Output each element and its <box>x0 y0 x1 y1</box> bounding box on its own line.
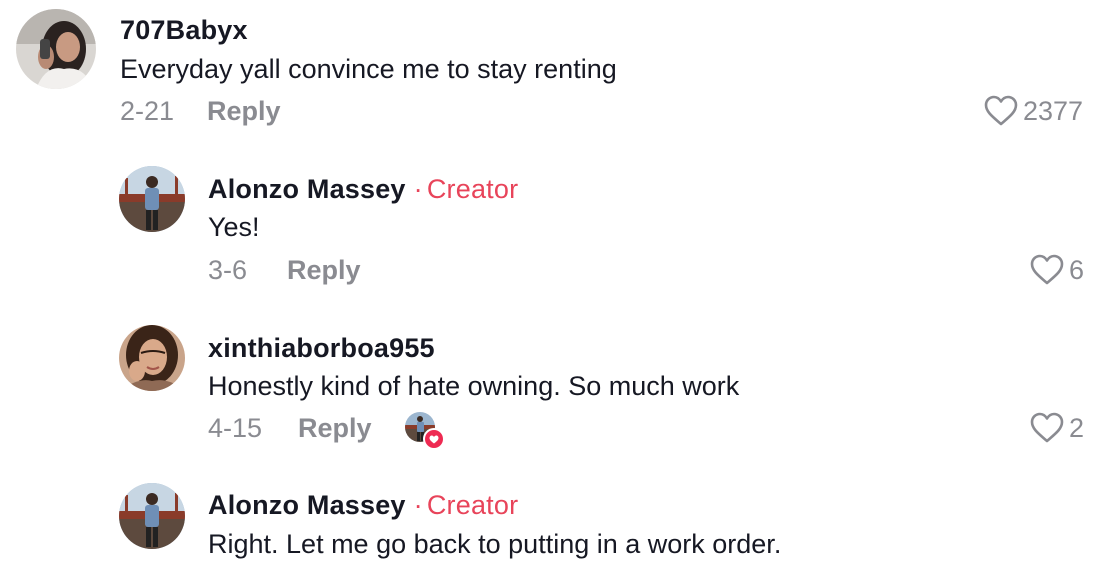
comment-text: Everyday yall convince me to stay rentin… <box>120 54 617 84</box>
creator-badge: Creator <box>426 174 519 204</box>
comment-username[interactable]: Alonzo Massey · Creator <box>208 490 518 521</box>
creator-separator: · <box>413 174 423 204</box>
heart-filled-icon <box>423 428 445 450</box>
comment-text: Yes! <box>208 212 260 242</box>
username-text: Alonzo Massey <box>208 174 406 204</box>
avatar-alonzo-massey[interactable] <box>119 166 185 232</box>
heart-outline-icon <box>984 95 1018 126</box>
creator-badge: Creator <box>426 490 519 520</box>
like-count: 6 <box>1069 254 1085 285</box>
avatar-image <box>119 325 185 391</box>
avatar-image <box>119 483 185 549</box>
creator-separator: · <box>413 490 423 520</box>
comment-username[interactable]: Alonzo Massey · Creator <box>208 174 518 205</box>
like-count: 2 <box>1069 412 1085 443</box>
like-button[interactable]: 6 <box>1029 254 1084 286</box>
liked-by-creator-badge <box>405 412 445 450</box>
avatar-image <box>16 9 96 89</box>
comment-date: 2-21 <box>120 96 175 126</box>
avatar-image <box>119 166 185 232</box>
comment-text: Right. Let me go back to putting in a wo… <box>208 529 782 559</box>
avatar-alonzo-massey[interactable] <box>119 483 185 549</box>
like-count: 2377 <box>1023 95 1084 126</box>
avatar-xinthiaborboa955[interactable] <box>119 325 185 391</box>
avatar-707babyx[interactable] <box>16 9 96 89</box>
reply-button[interactable]: Reply <box>298 413 372 444</box>
heart-outline-icon <box>1030 254 1064 285</box>
username-text: Alonzo Massey <box>208 490 406 520</box>
comment-date: 4-15 <box>208 413 263 443</box>
comment-username[interactable]: xinthiaborboa955 <box>208 333 435 364</box>
comment-text: Honestly kind of hate owning. So much wo… <box>208 371 740 401</box>
reply-button[interactable]: Reply <box>287 255 361 286</box>
reply-button[interactable]: Reply <box>207 96 281 127</box>
like-button[interactable]: 2377 <box>983 95 1083 127</box>
comment-date: 3-6 <box>208 255 248 285</box>
like-button[interactable]: 2 <box>1029 412 1084 444</box>
heart-outline-icon <box>1030 412 1064 443</box>
comment-username[interactable]: 707Babyx <box>120 15 248 46</box>
